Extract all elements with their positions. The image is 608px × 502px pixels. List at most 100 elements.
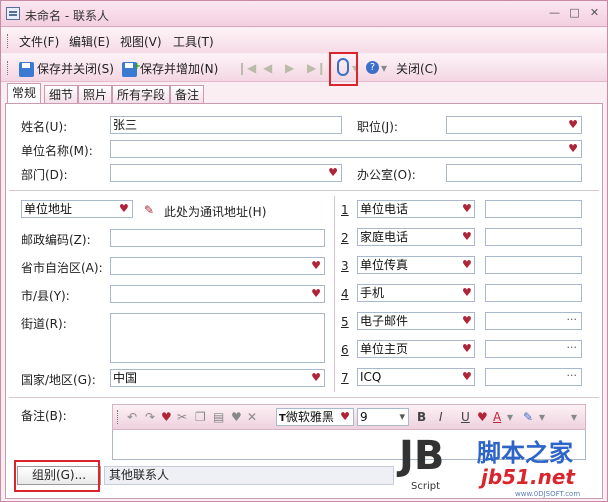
phone-type-select-6[interactable]: 单位主页 (357, 340, 475, 358)
help-icon[interactable]: ? (366, 61, 379, 74)
chevron-down-icon[interactable]: ▾ (507, 410, 513, 424)
save-add-button[interactable]: + 保存并增加(N) (122, 60, 218, 78)
phone-type-select-3[interactable]: 单位传真 (357, 256, 475, 274)
notes-format-toolbar: ↶ ↷ ♥ ✂ ❐ ▤ ♥ ✕ T微软雅黑 ♥ 9 ▾ B I U ♥ A ▾ ✎ … (112, 404, 586, 430)
underline-icon[interactable]: U (461, 410, 470, 424)
menu-tools[interactable]: 工具(T) (173, 33, 214, 50)
province-field[interactable]: ♥ (110, 257, 325, 275)
mailing-address-checkbox[interactable]: 此处为通讯地址(H) (164, 203, 266, 220)
close-icon[interactable]: ✕ (587, 6, 602, 20)
heart-dropdown-icon[interactable]: ♥ (311, 258, 321, 274)
phone-type-select-5[interactable]: 电子邮件 (357, 312, 475, 330)
street-label: 街道(R): (21, 317, 67, 331)
phone-field-3[interactable] (485, 256, 582, 274)
next-record-icon[interactable]: ▶ (285, 61, 294, 75)
heart-dropdown-icon[interactable]: ♥ (231, 410, 242, 424)
heart-dropdown-icon[interactable]: ♥ (568, 141, 578, 157)
minimize-icon[interactable]: — (547, 6, 562, 20)
tab-notes[interactable]: 备注 (170, 85, 205, 104)
watermark-site-name: 脚本之家 (477, 439, 573, 467)
last-record-icon[interactable]: ▶❙ (307, 61, 326, 75)
phone-num-4: 4 (341, 287, 349, 301)
highlight-pen-icon[interactable]: ✎ (523, 410, 533, 424)
more-icon[interactable]: ··· (567, 313, 578, 327)
phone-type-select-7[interactable]: ICQ (357, 368, 475, 386)
phone-num-3: 3 (341, 259, 349, 273)
save-close-button[interactable]: 保存并关闭(S) (19, 60, 114, 78)
phone-num-6: 6 (341, 343, 349, 357)
copy-icon[interactable]: ❐ (195, 410, 206, 424)
position-field[interactable]: ♥ (446, 116, 582, 134)
font-value: 微软雅黑 (285, 410, 334, 424)
heart-dropdown-icon[interactable]: ♥ (568, 117, 578, 133)
main-toolbar: 保存并关闭(S) + 保存并增加(N) ❙◀ ◀ ▶ ▶❙ ▾ ? ▾ 关闭(C) (1, 54, 607, 82)
menu-edit[interactable]: 编辑(E) (69, 33, 110, 50)
watermark-logo: JB (399, 433, 445, 479)
heart-dropdown-icon[interactable]: ♥ (340, 409, 350, 425)
name-label: 姓名(U): (21, 120, 68, 134)
street-field[interactable] (110, 313, 325, 363)
company-field[interactable]: ♥ (110, 140, 582, 158)
more-icon[interactable]: ··· (567, 369, 578, 383)
tab-details[interactable]: 细节 (44, 85, 79, 104)
phone-num-2: 2 (341, 231, 349, 245)
tab-all-fields[interactable]: 所有字段 (112, 85, 171, 104)
postal-code-label: 邮政编码(Z): (21, 233, 91, 247)
phone-field-4[interactable] (485, 284, 582, 302)
homepage-field[interactable]: ··· (485, 340, 582, 358)
save-icon (19, 62, 34, 77)
phone-type-select-4[interactable]: 手机 (357, 284, 475, 302)
maximize-icon[interactable]: □ (567, 6, 582, 20)
title-bar: 未命名 - 联系人 — □ ✕ (1, 1, 607, 27)
tab-photo[interactable]: 照片 (78, 85, 113, 104)
help-dropdown-icon[interactable]: ▾ (381, 61, 387, 75)
phone-field-1[interactable] (485, 200, 582, 218)
heart-dropdown-icon[interactable]: ♥ (311, 286, 321, 302)
department-field[interactable]: ♥ (110, 164, 342, 182)
cut-icon[interactable]: ✂ (177, 410, 187, 424)
heart-dropdown-icon[interactable]: ♥ (311, 370, 321, 386)
font-color-icon[interactable]: A (493, 410, 501, 424)
address-type-select[interactable]: 单位地址 (21, 200, 133, 218)
email-field[interactable]: ··· (485, 312, 582, 330)
delete-icon[interactable]: ✕ (247, 410, 257, 424)
contact-window: 未命名 - 联系人 — □ ✕ 文件(F) 编辑(E) 视图(V) 工具(T) … (0, 0, 608, 502)
more-icon[interactable]: ··· (567, 341, 578, 355)
bold-icon[interactable]: B (417, 410, 426, 424)
phone-field-2[interactable] (485, 228, 582, 246)
section-divider (9, 190, 599, 191)
chevron-down-icon[interactable]: ▾ (399, 409, 405, 425)
toolbar-options-icon[interactable]: ▾ (571, 410, 577, 424)
menu-grip-icon (7, 34, 10, 48)
group-value-field[interactable]: 其他联系人 (104, 466, 394, 485)
italic-icon[interactable]: I (439, 410, 443, 424)
notes-grip-icon (117, 410, 120, 424)
menu-view[interactable]: 视图(V) (120, 33, 162, 50)
menu-bar: 文件(F) 编辑(E) 视图(V) 工具(T) (1, 28, 607, 53)
tab-general[interactable]: 常规 (7, 83, 42, 104)
first-record-icon[interactable]: ❙◀ (237, 61, 256, 75)
mailing-address-icon: ✎ (144, 203, 155, 217)
phone-type-select-1[interactable]: 单位电话 (357, 200, 475, 218)
city-field[interactable]: ♥ (110, 285, 325, 303)
font-size-value: 9 (360, 410, 368, 424)
font-size-select[interactable]: 9 ▾ (357, 408, 409, 426)
attach-highlight-box (329, 52, 358, 86)
redo-icon[interactable]: ↷ (145, 410, 155, 424)
previous-record-icon[interactable]: ◀ (263, 61, 272, 75)
close-button[interactable]: 关闭(C) (396, 60, 438, 78)
paste-icon[interactable]: ▤ (213, 410, 224, 424)
icq-field[interactable]: ··· (485, 368, 582, 386)
postal-code-field[interactable] (110, 229, 325, 247)
font-select[interactable]: T微软雅黑 ♥ (276, 408, 354, 426)
name-field[interactable]: 张三 (110, 116, 342, 134)
phone-type-select-2[interactable]: 家庭电话 (357, 228, 475, 246)
menu-file[interactable]: 文件(F) (19, 33, 59, 50)
chevron-down-icon[interactable]: ▾ (539, 410, 545, 424)
window-title: 未命名 - 联系人 (25, 9, 109, 23)
undo-icon[interactable]: ↶ (127, 410, 137, 424)
office-field[interactable] (446, 164, 582, 182)
heart-dropdown-icon[interactable]: ♥ (328, 165, 338, 181)
province-label: 省市自治区(A): (21, 261, 103, 275)
country-field[interactable]: 中国 ♥ (110, 369, 325, 387)
